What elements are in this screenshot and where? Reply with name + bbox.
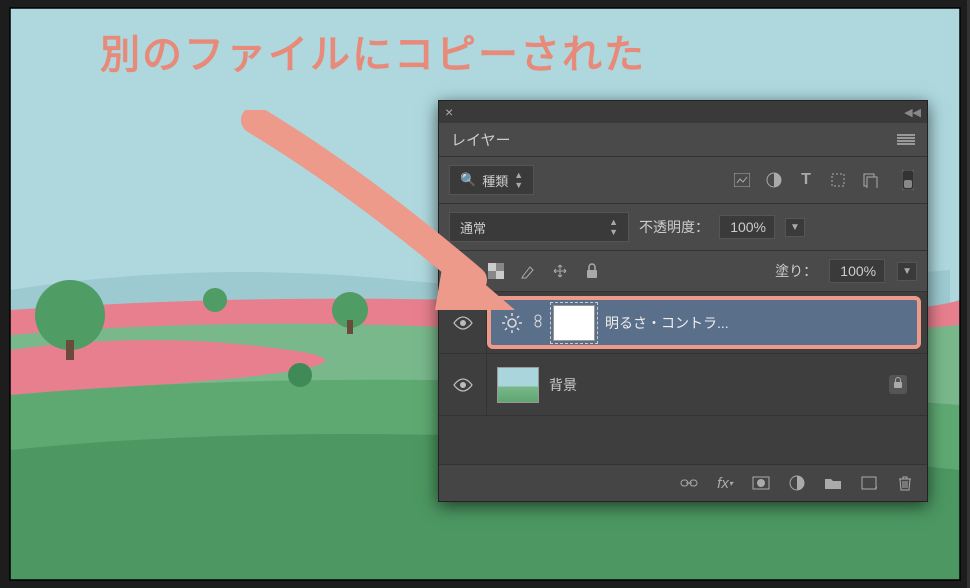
panel-footer: fx▾ <box>439 464 927 501</box>
delete-layer-icon[interactable] <box>895 473 915 493</box>
fill-dropdown-icon[interactable]: ▼ <box>897 262 917 281</box>
filter-adjustment-icon[interactable] <box>765 171 783 189</box>
filter-smartobject-icon[interactable] <box>861 171 879 189</box>
layer-mask-thumbnail[interactable] <box>553 305 595 341</box>
adjustment-layer-icon[interactable] <box>787 473 807 493</box>
link-layers-icon[interactable] <box>679 473 699 493</box>
new-layer-icon[interactable] <box>859 473 879 493</box>
lock-icon <box>889 375 907 394</box>
panel-menu-icon[interactable] <box>897 134 915 146</box>
layer-thumbnail[interactable] <box>497 367 539 403</box>
dropdown-arrow-icon: ▲▼ <box>609 217 618 237</box>
fill-input[interactable]: 100% <box>829 259 885 283</box>
annotation-text: 別のファイルにコピーされた <box>100 22 646 80</box>
layer-mask-icon[interactable] <box>751 473 771 493</box>
filter-shape-icon[interactable] <box>829 171 847 189</box>
eye-icon <box>453 378 473 392</box>
filter-toggle-switch[interactable] <box>899 171 917 189</box>
opacity-dropdown-icon[interactable]: ▼ <box>785 218 805 237</box>
visibility-toggle[interactable] <box>439 354 487 415</box>
new-group-icon[interactable] <box>823 473 843 493</box>
annotation-arrow <box>235 110 535 320</box>
layer-content[interactable]: 背景 <box>487 354 927 415</box>
lock-position-icon[interactable] <box>551 262 569 280</box>
layer-name: 明るさ・コントラ... <box>605 313 729 333</box>
opacity-input[interactable]: 100% <box>719 215 775 239</box>
collapse-icon[interactable]: ◀◀ <box>904 106 921 119</box>
opacity-label: 不透明度： <box>639 217 709 237</box>
filter-type-icon[interactable]: T <box>797 171 815 189</box>
filter-pixel-icon[interactable] <box>733 171 751 189</box>
fill-label: 塗り： <box>775 261 817 281</box>
layer-name: 背景 <box>549 375 577 395</box>
layers-empty-area[interactable] <box>439 416 927 464</box>
layer-selected-highlight[interactable]: 明るさ・コントラ... <box>487 296 921 349</box>
lock-all-icon[interactable] <box>583 262 601 280</box>
layer-row[interactable]: 背景 <box>439 354 927 416</box>
layer-effects-icon[interactable]: fx▾ <box>715 473 735 493</box>
